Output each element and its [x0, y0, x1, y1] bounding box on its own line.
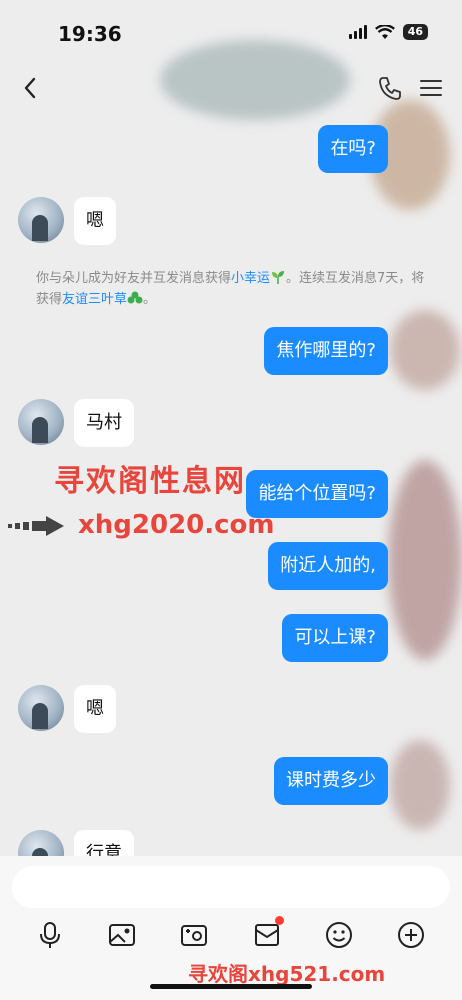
notification-dot — [275, 916, 284, 925]
chevron-left-icon — [24, 77, 36, 99]
composer: 寻欢阁xhg521.com — [0, 856, 462, 1000]
voice-button[interactable] — [35, 920, 65, 950]
nav-bar — [0, 66, 462, 112]
message-bubble-in[interactable]: 嗯 — [74, 685, 116, 733]
call-button[interactable] — [376, 74, 404, 102]
lucky-link[interactable]: 小幸运 — [231, 271, 270, 286]
signal-icon — [348, 25, 367, 39]
plus-circle-icon — [398, 922, 424, 948]
watermark-footer: 寻欢阁xhg521.com — [188, 962, 386, 986]
menu-icon — [420, 80, 442, 96]
message-bubble-in[interactable]: 行意 — [74, 830, 134, 856]
battery-indicator: 46 — [402, 24, 428, 40]
wifi-icon — [374, 24, 395, 39]
system-message: 你与朵儿成为好友并互发消息获得小幸运 。连续互发消息7天，将获得友谊三叶草。 — [36, 268, 426, 310]
system-message-text: 你与朵儿成为好友并互发消息获得 — [36, 271, 232, 286]
clover-icon — [127, 291, 143, 304]
message-bubble-in[interactable]: 嗯 — [74, 197, 116, 245]
camera-button[interactable] — [179, 920, 209, 950]
more-menu-button[interactable] — [418, 76, 444, 100]
avatar[interactable] — [18, 830, 64, 856]
back-button[interactable] — [16, 74, 44, 102]
camera-icon — [181, 925, 207, 946]
message-bubble-out[interactable]: 附近人加的, — [268, 542, 388, 590]
more-button[interactable] — [396, 920, 426, 950]
message-bubble-in[interactable]: 马村 — [74, 399, 134, 447]
clover-link[interactable]: 友谊三叶草 — [62, 292, 127, 307]
status-icons: 46 — [348, 24, 428, 40]
photo-button[interactable] — [107, 920, 137, 950]
system-message-text: 。 — [143, 292, 157, 307]
avatar[interactable] — [18, 399, 64, 445]
message-bubble-out[interactable]: 课时费多少 — [274, 757, 388, 805]
avatar[interactable] — [18, 197, 64, 243]
arrow-right-icon — [8, 516, 64, 536]
avatar[interactable] — [18, 685, 64, 731]
message-bubble-out[interactable]: 在吗? — [318, 125, 388, 173]
emoji-button[interactable] — [324, 920, 354, 950]
smile-icon — [326, 922, 352, 948]
message-input[interactable] — [12, 866, 450, 908]
watermark-text: 寻欢阁性息网 — [54, 464, 246, 499]
red-packet-button[interactable] — [252, 916, 284, 950]
message-bubble-out[interactable]: 焦作哪里的? — [264, 327, 388, 375]
phone-icon — [379, 77, 401, 100]
composer-toolbar — [0, 916, 462, 954]
watermark-url: xhg2020.com — [78, 510, 275, 540]
microphone-icon — [40, 922, 60, 948]
image-icon — [109, 924, 135, 946]
sprout-icon — [272, 271, 285, 284]
home-indicator[interactable] — [150, 984, 312, 989]
message-bubble-out[interactable]: 可以上课? — [282, 614, 388, 662]
status-time: 19:36 — [58, 22, 122, 46]
envelope-icon — [255, 924, 279, 946]
